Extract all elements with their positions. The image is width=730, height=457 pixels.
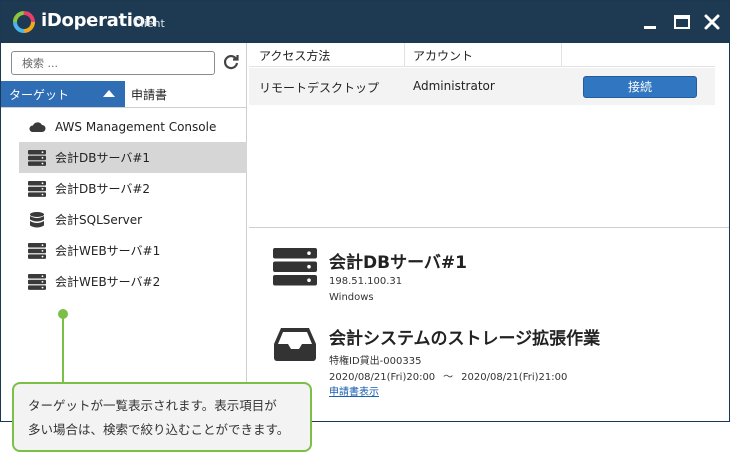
view-request-link[interactable]: 申請書表示: [329, 383, 379, 398]
server-icon: [273, 248, 317, 286]
annotation-callout: ターゲットが一覧表示されます。表示項目が 多い場合は、検索で絞り込むことができま…: [12, 382, 312, 452]
grid-header: アクセス方法 アカウント: [249, 43, 715, 67]
target-label: 会計SQLServer: [55, 213, 143, 227]
minimize-icon: [644, 26, 656, 29]
access-grid: アクセス方法 アカウント リモートデスクトップ Administrator 接続: [249, 43, 715, 105]
minimize-button[interactable]: [639, 11, 661, 33]
server-icon: [27, 149, 47, 166]
callout-anchor-dot: [58, 309, 68, 319]
maximize-button[interactable]: [671, 11, 693, 33]
request-id: 特権ID貸出-000335: [329, 356, 422, 367]
target-list-item[interactable]: 会計WEBサーバ#1: [19, 235, 247, 266]
period-end: 2020/08/21(Fri)21:00: [461, 372, 568, 383]
target-label: AWS Management Console: [55, 119, 217, 134]
target-os: Windows: [329, 292, 374, 303]
inbox-tray-icon: [274, 328, 316, 361]
app-window: iDoperation Client ターゲット 申請書: [0, 0, 730, 422]
detail-panel: 会計DBサーバ#1 198.51.100.31 Windows 会計システムのス…: [249, 228, 729, 421]
period-start: 2020/08/21(Fri)20:00: [329, 372, 436, 383]
close-button[interactable]: [701, 11, 723, 33]
search-input[interactable]: [11, 51, 215, 75]
close-icon: [704, 14, 720, 30]
target-label: 会計DBサーバ#2: [55, 182, 151, 196]
tab-request[interactable]: 申請書: [131, 86, 167, 103]
target-ip: 198.51.100.31: [329, 276, 403, 287]
target-list-item[interactable]: 会計DBサーバ#2: [19, 173, 247, 204]
table-row: リモートデスクトップ Administrator 接続: [249, 68, 715, 105]
tab-target[interactable]: ターゲット: [1, 81, 125, 107]
account-cell: Administrator: [413, 79, 495, 93]
access-method-cell: リモートデスクトップ: [259, 81, 380, 95]
connect-button[interactable]: 接続: [583, 76, 697, 98]
callout-connector: [62, 313, 64, 382]
target-label: 会計WEBサーバ#1: [55, 244, 161, 258]
column-header-method: アクセス方法: [259, 49, 331, 63]
callout-line-2: 多い場合は、検索で絞り込むことができます。: [28, 422, 290, 437]
app-brand-sub: Client: [133, 17, 165, 30]
tab-divider: [1, 107, 246, 108]
target-list-item[interactable]: AWS Management Console: [19, 111, 247, 142]
column-header-account: アカウント: [413, 49, 474, 63]
tab-target-label: ターゲット: [9, 88, 70, 102]
period-separator: ～: [443, 372, 454, 383]
target-list-item-selected[interactable]: 会計DBサーバ#1: [19, 142, 247, 173]
server-icon: [27, 273, 47, 290]
target-list-item[interactable]: 会計SQLServer: [19, 204, 247, 235]
target-list-item[interactable]: 会計WEBサーバ#2: [19, 266, 247, 297]
refresh-icon[interactable]: [222, 53, 240, 71]
target-list: AWS Management Console 会計DBサーバ#1 会計DBサーバ…: [19, 111, 247, 297]
caret-up-icon: [103, 90, 115, 97]
request-period: 2020/08/21(Fri)20:00 ～ 2020/08/21(Fri)21:0…: [329, 368, 567, 383]
target-label: 会計DBサーバ#1: [55, 151, 151, 165]
maximize-icon: [674, 15, 690, 29]
callout-line-1: ターゲットが一覧表示されます。表示項目が: [28, 398, 277, 413]
server-icon: [27, 242, 47, 259]
server-icon: [27, 180, 47, 197]
target-title: 会計DBサーバ#1: [329, 253, 467, 273]
app-logo-icon: [13, 11, 35, 33]
sidebar: ターゲット 申請書 AWS Management Console 会計DBサーバ…: [1, 43, 247, 421]
database-icon: [27, 211, 47, 228]
title-bar: iDoperation Client: [1, 1, 729, 43]
column-divider: [404, 43, 405, 67]
request-title: 会計システムのストレージ拡張作業: [329, 329, 601, 349]
cloud-icon: [27, 119, 47, 135]
column-divider: [561, 43, 562, 67]
target-label: 会計WEBサーバ#2: [55, 275, 161, 289]
